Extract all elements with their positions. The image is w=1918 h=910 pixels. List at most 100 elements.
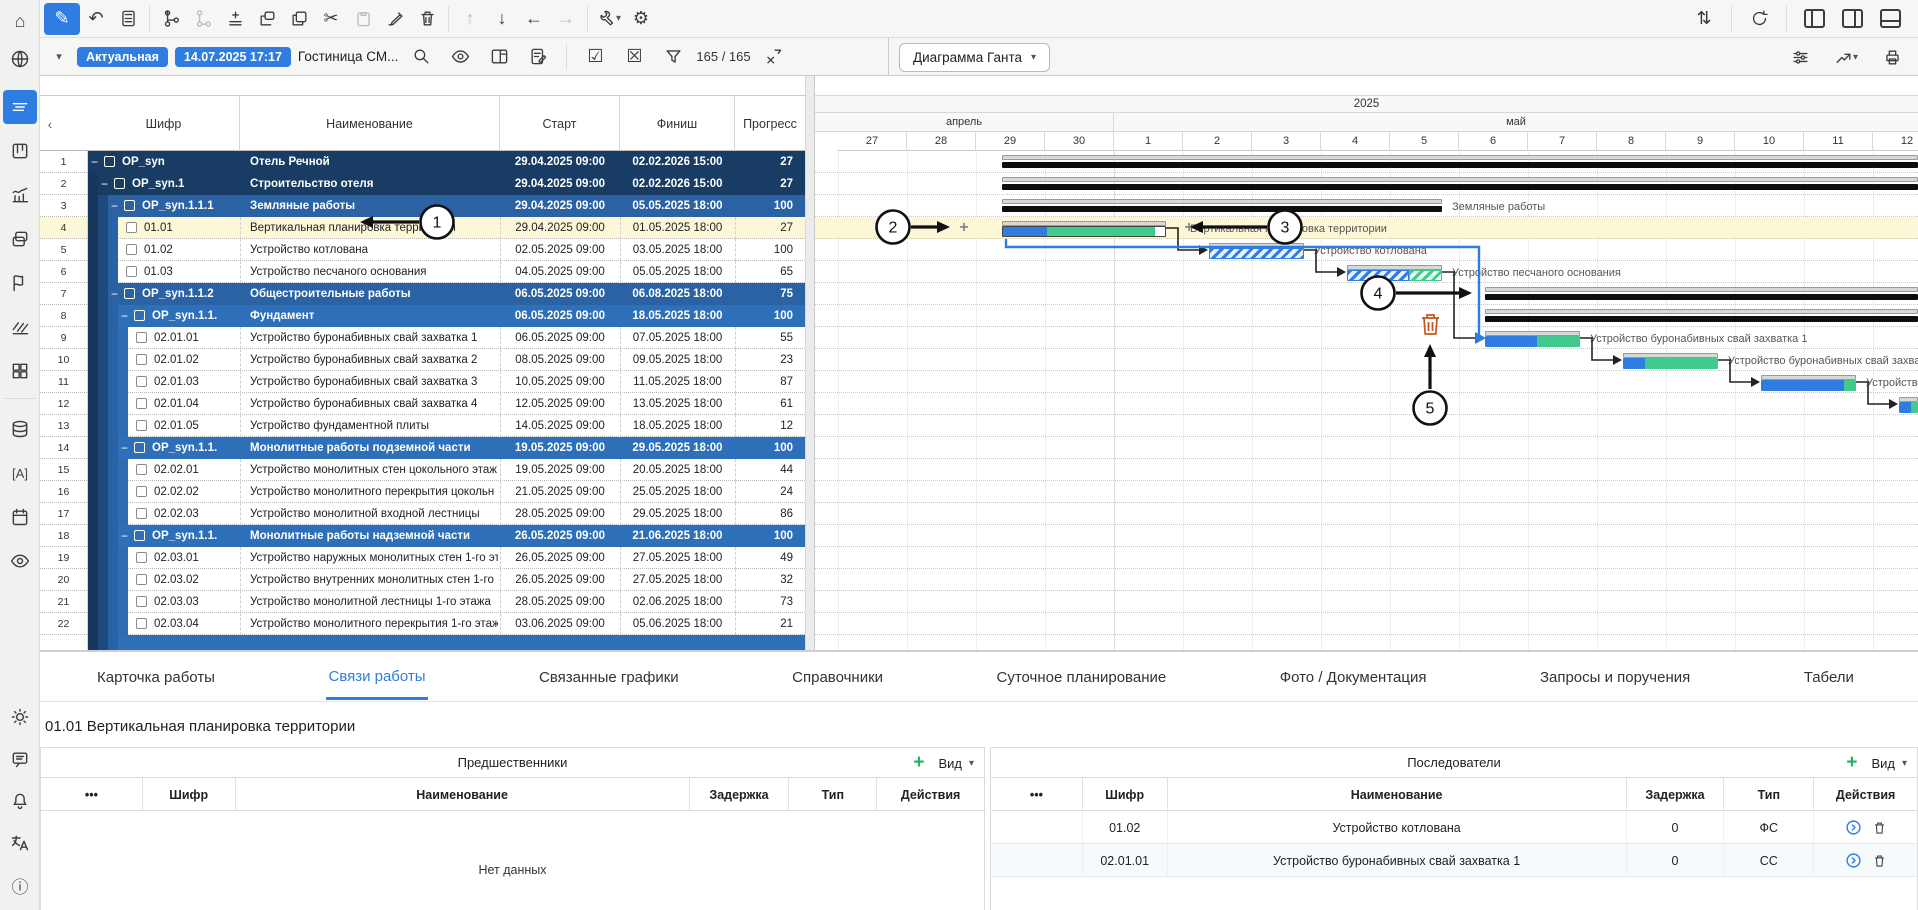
search-icon[interactable] [405, 42, 437, 72]
expander-icon[interactable]: − [91, 151, 98, 173]
table-row[interactable]: 1102.01.03Устройство буронабивных свай з… [40, 371, 805, 393]
row-checkbox[interactable] [136, 332, 147, 343]
move-up-button[interactable]: ↑ [454, 4, 486, 34]
sidebar-item-flag[interactable] [3, 266, 37, 300]
row-checkbox[interactable] [136, 398, 147, 409]
table-row[interactable]: 1−OP_synОтель Речной29.04.2025 09:0002.0… [40, 151, 805, 173]
tab-6[interactable]: Фото / Документация [1278, 655, 1429, 698]
expander-icon[interactable]: − [111, 283, 118, 305]
swap-rows-button[interactable]: ⇅ [1688, 4, 1720, 34]
table-row[interactable]: 1202.01.04Устройство буронабивных свай з… [40, 393, 805, 415]
table-row[interactable]: 8−OP_syn.1.1.Фундамент06.05.2025 09:0018… [40, 305, 805, 327]
table-row[interactable]: 14−OP_syn.1.1.Монолитные работы подземно… [40, 437, 805, 459]
expander-icon[interactable]: − [101, 173, 108, 195]
row-checkbox[interactable] [136, 464, 147, 475]
table-row[interactable]: 2002.03.02Устройство внутренних монолитн… [40, 569, 805, 591]
theme-icon[interactable] [3, 700, 37, 734]
undo-button[interactable]: ↶ [80, 4, 112, 34]
table-row[interactable]: 3−OP_syn.1.1.1Земляные работы29.04.2025 … [40, 195, 805, 217]
panel-splitter[interactable] [805, 76, 815, 650]
view-selector[interactable]: Диаграмма Ганта▾ [899, 43, 1050, 72]
table-row[interactable]: 601.03Устройство песчаного основания04.0… [40, 261, 805, 283]
row-checkbox[interactable] [136, 354, 147, 365]
sidebar-item-gantt-list[interactable] [3, 90, 37, 124]
row-checkbox[interactable] [136, 376, 147, 387]
row-checkbox[interactable] [134, 442, 145, 453]
sidebar-item-chart[interactable] [3, 178, 37, 212]
eye-icon[interactable] [3, 544, 37, 578]
row-checkbox[interactable] [124, 200, 135, 211]
tab-3[interactable]: Связанные графики [537, 655, 681, 698]
table-row[interactable]: 18−OP_syn.1.1.Монолитные работы надземно… [40, 525, 805, 547]
collapse-panel-icon[interactable]: ‹ [42, 114, 58, 134]
link-row[interactable]: 01.02Устройство котлована0ФС [991, 811, 1917, 844]
row-checkbox[interactable] [136, 508, 147, 519]
row-checkbox[interactable] [136, 486, 147, 497]
version-dropdown-caret[interactable]: ▾ [48, 42, 70, 72]
view-dropdown[interactable]: Вид▾ [1871, 756, 1907, 771]
row-checkbox[interactable] [136, 552, 147, 563]
column-header-name[interactable]: Наименование [240, 96, 500, 152]
bell-icon[interactable] [3, 784, 37, 818]
column-header-code[interactable]: Шифр [88, 96, 240, 152]
indent-button[interactable]: → [550, 4, 582, 34]
sidebar-item-board[interactable] [3, 134, 37, 168]
column-header-start[interactable]: Старт [500, 96, 620, 152]
table-row[interactable]: 2−OP_syn.1Строительство отеля29.04.2025 … [40, 173, 805, 195]
link-row[interactable]: 02.01.01Устройство буронабивных свай зах… [991, 844, 1917, 877]
sidebar-item-documents[interactable] [3, 222, 37, 256]
row-checkbox[interactable] [126, 244, 137, 255]
edit-mode-button[interactable]: ✎ [44, 3, 80, 35]
row-checkbox[interactable] [124, 288, 135, 299]
home-icon[interactable]: ⌂ [3, 4, 37, 38]
row-checkbox[interactable] [126, 266, 137, 277]
row-checkbox[interactable] [114, 178, 125, 189]
layout-right-panel-button[interactable] [1836, 4, 1868, 34]
layout-bottom-panel-button[interactable] [1874, 4, 1906, 34]
filter-icon[interactable] [657, 42, 689, 72]
add-child-task-button[interactable] [155, 4, 187, 34]
expander-icon[interactable]: − [111, 195, 118, 217]
view-dropdown[interactable]: Вид▾ [938, 756, 974, 771]
table-row[interactable]: 1902.03.01Устройство наружных монолитных… [40, 547, 805, 569]
row-checkbox[interactable] [136, 420, 147, 431]
duplicate-row-button[interactable] [251, 4, 283, 34]
gantt-settings-sliders-icon[interactable] [1784, 42, 1816, 72]
row-checkbox[interactable] [136, 574, 147, 585]
layout-left-panel-button[interactable] [1798, 4, 1830, 34]
table-row[interactable]: 1702.02.03Устройство монолитной входной … [40, 503, 805, 525]
link-mode-icon[interactable]: ▾ [1830, 42, 1862, 72]
expander-icon[interactable]: − [121, 437, 128, 459]
cut-button[interactable]: ✂ [315, 4, 347, 34]
globe-icon[interactable] [3, 42, 37, 76]
notes-clipboard-icon[interactable] [522, 42, 554, 72]
add-linked-task-button[interactable] [187, 4, 219, 34]
clear-filter-icon[interactable] [758, 42, 790, 72]
sidebar-item-attributes[interactable]: [A] [3, 456, 37, 490]
translate-icon[interactable] [3, 826, 37, 860]
tab-7[interactable]: Запросы и поручения [1538, 655, 1692, 698]
row-checkbox[interactable] [136, 618, 147, 629]
row-checkbox[interactable] [134, 530, 145, 541]
uncheck-all-icon[interactable]: ☒ [618, 42, 650, 72]
tab-4[interactable]: Справочники [790, 655, 885, 698]
expander-icon[interactable]: − [121, 305, 128, 327]
settings-gear-button[interactable]: ⚙ [625, 4, 657, 34]
sidebar-item-dashboard[interactable] [3, 354, 37, 388]
project-name[interactable]: Гостиница СМ... [298, 49, 398, 64]
tools-wrench-button[interactable]: ▾ [593, 4, 625, 34]
delete-link-icon[interactable] [1872, 820, 1887, 836]
tab-5[interactable]: Суточное планирование [995, 655, 1169, 698]
row-checkbox[interactable] [136, 596, 147, 607]
refresh-button[interactable] [1743, 4, 1775, 34]
sidebar-item-database[interactable] [3, 412, 37, 446]
open-link-icon[interactable] [1845, 852, 1862, 869]
outdent-button[interactable]: ← [518, 4, 550, 34]
table-row[interactable]: 1602.02.02Устройство монолитного перекры… [40, 481, 805, 503]
paste-button[interactable] [347, 4, 379, 34]
table-row[interactable]: 2202.03.04Устройство монолитного перекры… [40, 613, 805, 635]
info-icon[interactable]: ⓘ [3, 868, 37, 902]
format-brush-button[interactable] [379, 4, 411, 34]
chat-icon[interactable] [3, 742, 37, 776]
table-row[interactable]: 1302.01.05Устройство фундаментной плиты1… [40, 415, 805, 437]
